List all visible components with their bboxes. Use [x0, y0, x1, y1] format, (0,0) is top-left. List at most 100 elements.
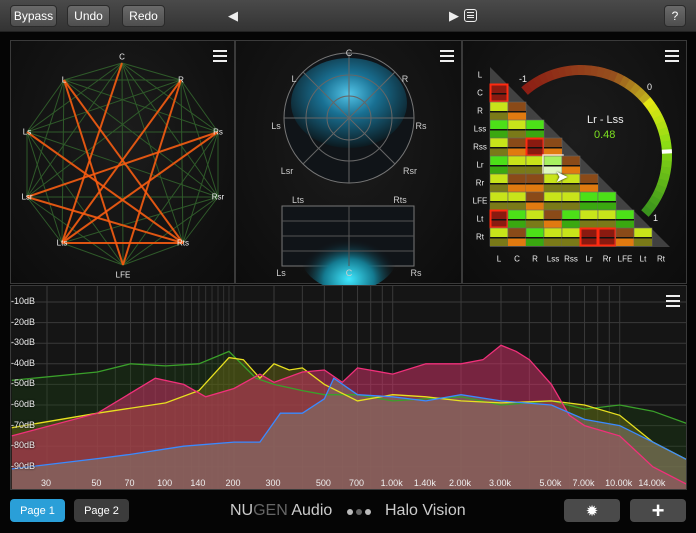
matrix-row-label: Rt — [476, 232, 484, 242]
speaker-link — [26, 196, 124, 266]
settings-button[interactable]: ✹ — [564, 499, 620, 522]
matrix-cell-LFE-Lr[interactable] — [579, 191, 599, 211]
matrix-cell-Lt-L[interactable] — [489, 209, 509, 229]
speaker-link — [122, 131, 219, 266]
gauge-arc-segment — [634, 87, 647, 100]
gauge-arc-segment — [644, 200, 658, 212]
matrix-row-label: Lss — [473, 124, 487, 134]
freq-label: 70 — [124, 478, 135, 488]
gauge-arc-segment — [660, 140, 672, 149]
matrix-cell-Lss-L[interactable] — [489, 119, 509, 139]
db-label: -30dB — [11, 337, 36, 348]
gauge-arc-segment — [544, 70, 555, 82]
preset-list-icon[interactable] — [464, 9, 477, 22]
height-label-c: C — [345, 268, 353, 278]
db-label: -80dB — [11, 440, 36, 451]
undo-button[interactable]: Undo — [67, 5, 110, 27]
page-1-tab[interactable]: Page 1 — [10, 499, 65, 522]
matrix-cell-LFE-Rss[interactable] — [561, 191, 581, 211]
matrix-cell-R-L[interactable] — [489, 101, 509, 121]
matrix-row-label: Lr — [476, 160, 484, 170]
gauge-arc-segment — [532, 75, 544, 88]
matrix-cell-Lt-R[interactable] — [525, 209, 545, 229]
matrix-cell-Rt-Rss[interactable] — [561, 227, 581, 247]
height-label-ls: Ls — [276, 268, 286, 278]
gauge-arc-segment — [596, 66, 606, 78]
db-label: -50dB — [11, 378, 36, 389]
dots-icon — [347, 509, 371, 515]
plus-icon: + — [651, 497, 665, 523]
matrix-cell-LFE-L[interactable] — [489, 191, 509, 211]
freq-label: 30 — [40, 478, 52, 488]
matrix-col-label: L — [496, 254, 502, 264]
redo-button[interactable]: Redo — [122, 5, 165, 27]
matrix-cell-Lt-Rss[interactable] — [561, 209, 581, 229]
matrix-cell-Rr-C[interactable] — [507, 173, 527, 193]
matrix-cell-Rr-Lr[interactable] — [579, 173, 599, 193]
matrix-row-label: L — [477, 70, 483, 80]
next-preset-icon[interactable]: ▶ — [449, 8, 459, 24]
matrix-cell-Rt-L[interactable] — [489, 227, 509, 247]
gauge-arc-segment — [654, 184, 667, 195]
speaker-link — [63, 79, 219, 133]
matrix-cell-Lt-Rr[interactable] — [597, 209, 617, 229]
gauge-mid-label: 0 — [647, 82, 653, 92]
toolbar: Bypass Undo Redo ◀ ▶ ? — [0, 0, 696, 32]
gauge-arc-segment — [653, 114, 665, 125]
matrix-cell-LFE-Rr[interactable] — [597, 191, 617, 211]
matrix-cell-Rt-Rr[interactable] — [597, 227, 617, 247]
matrix-cell-Rt-C[interactable] — [507, 227, 527, 247]
speaker-web-panel: C R Rs Rsr Rts LFE Lts Lsr Ls L — [10, 40, 235, 284]
matrix-cell-Lt-C[interactable] — [507, 209, 527, 229]
gauge-arc-segment — [659, 133, 671, 143]
matrix-cell-Lss-C[interactable] — [507, 119, 527, 139]
correlation-value: 0.48 — [594, 129, 616, 141]
matrix-cell-Rt-Lt[interactable] — [633, 227, 653, 247]
gauge-arc-segment — [660, 166, 672, 175]
matrix-col-label: Rss — [564, 254, 578, 264]
speaker-label-rs: Rs — [213, 127, 223, 137]
matrix-col-label: R — [532, 254, 538, 264]
page-2-tab[interactable]: Page 2 — [74, 499, 129, 522]
matrix-cell-Rss-Lss[interactable] — [543, 137, 563, 157]
matrix-cell-Rt-Lss[interactable] — [543, 227, 563, 247]
matrix-cell-Rt-LFE[interactable] — [615, 227, 635, 247]
speaker-link — [26, 79, 65, 133]
matrix-cell-Rr-L[interactable] — [489, 173, 509, 193]
matrix-cell-Lss-R[interactable] — [525, 119, 545, 139]
freq-label: 140 — [190, 478, 206, 488]
matrix-row-label: Rss — [473, 142, 487, 152]
help-button[interactable]: ? — [664, 5, 686, 27]
speaker-link — [180, 79, 219, 133]
matrix-cell-Rt-R[interactable] — [525, 227, 545, 247]
spectrum-graph — [11, 286, 686, 489]
matrix-cell-Lr-L[interactable] — [489, 155, 509, 175]
matrix-cell-LFE-Lss[interactable] — [543, 191, 563, 211]
bypass-button[interactable]: Bypass — [10, 5, 57, 27]
matrix-col-label: Rt — [657, 254, 665, 264]
spectrum-panel — [10, 285, 687, 490]
matrix-cell-LFE-R[interactable] — [525, 191, 545, 211]
freq-label: 10.00k — [605, 478, 633, 488]
add-button[interactable]: + — [630, 497, 686, 523]
matrix-cell-Lt-Lss[interactable] — [543, 209, 563, 229]
matrix-cell-Lt-Lr[interactable] — [579, 209, 599, 229]
menu-icon[interactable] — [666, 295, 680, 307]
matrix-cell-Rt-Lr[interactable] — [579, 227, 599, 247]
db-label: -10dB — [11, 296, 36, 306]
matrix-cell-R-C[interactable] — [507, 101, 527, 121]
matrix-cell-LFE-C[interactable] — [507, 191, 527, 211]
matrix-cell-Rss-C[interactable] — [507, 137, 527, 157]
speaker-link — [26, 79, 182, 198]
matrix-cell-Rss-L[interactable] — [489, 137, 509, 157]
matrix-cell-Lt-LFE[interactable] — [615, 209, 635, 229]
matrix-cell-Rr-R[interactable] — [525, 173, 545, 193]
previous-preset-icon[interactable]: ◀ — [228, 8, 238, 24]
matrix-cell-Rss-R[interactable] — [525, 137, 545, 157]
speaker-link-active — [61, 79, 182, 244]
gauge-arc-segment — [608, 70, 619, 83]
gauge-arc-segment — [590, 65, 599, 77]
matrix-cell-Lr-C[interactable] — [507, 155, 527, 175]
matrix-cell-Lr-R[interactable] — [525, 155, 545, 175]
matrix-cell-C-L[interactable] — [489, 83, 509, 103]
